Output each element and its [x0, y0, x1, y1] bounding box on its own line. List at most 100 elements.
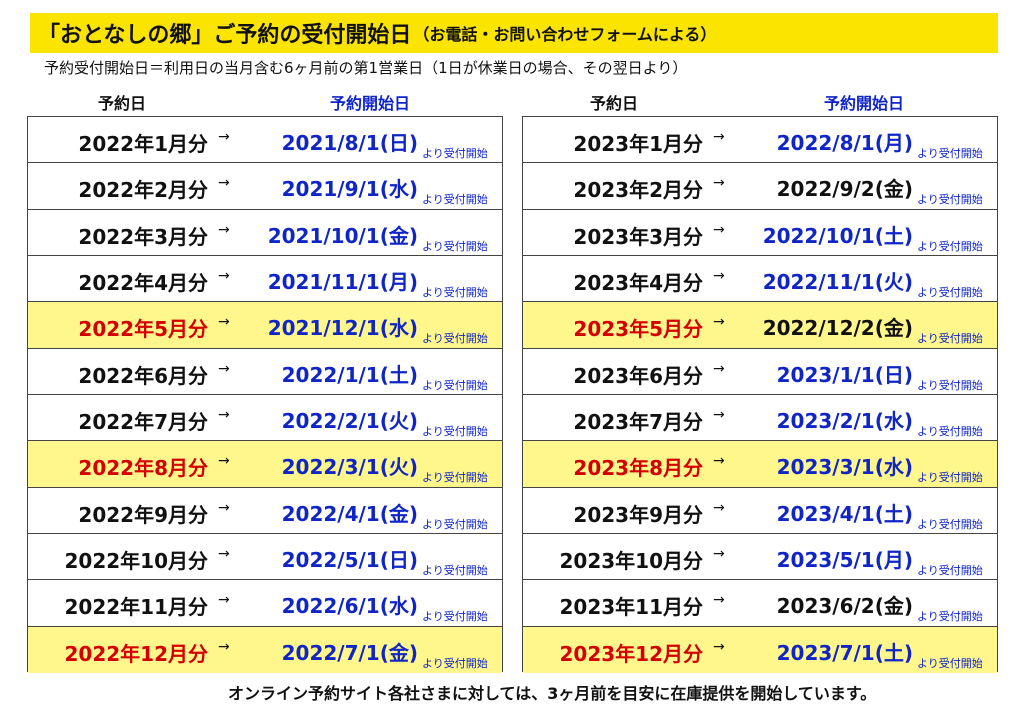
start-note: より受付開始 — [422, 517, 488, 531]
start-note: より受付開始 — [917, 285, 983, 299]
arrow-icon: → — [218, 221, 230, 238]
arrow-icon: → — [713, 545, 725, 562]
start-date: 2022/9/2(金) — [776, 177, 913, 202]
arrow-icon: → — [218, 267, 230, 284]
reservation-month: 2023年4月分 — [573, 270, 703, 295]
start-date: 2022/1/1(土) — [281, 362, 418, 387]
table-row: 2023年10月分 → 2023/5/1(月) より受付開始 — [523, 533, 997, 581]
start-note: より受付開始 — [422, 378, 488, 392]
arrow-icon: → — [713, 406, 725, 423]
arrow-icon: → — [713, 129, 725, 145]
page-title-sub: （お電話・お問い合わせフォームによる） — [413, 25, 717, 44]
start-date: 2023/3/1(水) — [776, 455, 913, 480]
start-note: より受付開始 — [917, 517, 983, 531]
reservation-month: 2022年1月分 — [78, 132, 208, 156]
right-header-reservation: 予約日 — [589, 94, 639, 113]
arrow-icon: → — [218, 592, 230, 609]
arrow-icon: → — [218, 406, 230, 423]
footer-note: オンライン予約サイト各社さまに対しては、3ヶ月前を目安に在庫提供を開始しています… — [228, 684, 877, 703]
arrow-icon: → — [218, 453, 230, 470]
left-header-reservation: 予約日 — [97, 94, 147, 113]
reservation-month: 2023年7月分 — [573, 409, 703, 434]
right-header-start: 予約開始日 — [823, 94, 905, 113]
start-note: より受付開始 — [422, 656, 488, 670]
start-date: 2022/10/1(土) — [762, 223, 913, 248]
reservation-month: 2022年5月分 — [78, 317, 208, 342]
reservation-month: 2023年1月分 — [573, 132, 703, 156]
arrow-icon: → — [218, 638, 230, 655]
table-row: 2022年4月分 → 2021/11/1(月) より受付開始 — [28, 255, 502, 303]
table-row: 2023年1月分 → 2022/8/1(月) より受付開始 — [523, 117, 997, 164]
start-note: より受付開始 — [917, 563, 983, 577]
left-header-start: 予約開始日 — [329, 94, 411, 113]
reservation-month: 2022年3月分 — [78, 224, 208, 249]
table-row: 2023年7月分 → 2023/2/1(水) より受付開始 — [523, 394, 997, 442]
start-note: より受付開始 — [917, 471, 983, 485]
reservation-month: 2022年2月分 — [78, 178, 208, 203]
start-note: より受付開始 — [422, 285, 488, 299]
arrow-icon: → — [218, 545, 230, 562]
start-date: 2021/11/1(月) — [267, 269, 418, 294]
subtitle: 予約受付開始日＝利用日の当月含む6ヶ月前の第1営業日（1日が休業日の場合、その翌… — [44, 59, 688, 77]
start-note: より受付開始 — [422, 424, 488, 438]
table-row: 2023年6月分 → 2023/1/1(日) より受付開始 — [523, 348, 997, 395]
schedule-table-2022: 2022年1月分 → 2021/8/1(日) より受付開始 2022年2月分 → 2021/… — [27, 116, 503, 673]
start-date: 2023/1/1(日) — [776, 362, 913, 387]
start-note: より受付開始 — [917, 378, 983, 392]
reservation-month: 2022年11月分 — [64, 595, 209, 620]
reservation-month: 2023年6月分 — [573, 363, 703, 388]
table-row: 2023年11月分 → 2023/6/2(金) より受付開始 — [523, 580, 997, 627]
start-note: より受付開始 — [422, 471, 488, 485]
start-date: 2022/7/1(金) — [281, 640, 418, 665]
start-date: 2022/3/1(火) — [281, 455, 418, 480]
table-row: 2022年12月分 → 2022/7/1(金) より受付開始 — [28, 626, 502, 673]
reservation-month: 2022年8月分 — [78, 456, 208, 481]
table-row: 2023年12月分 → 2023/7/1(土) より受付開始 — [523, 626, 997, 673]
reservation-month: 2023年5月分 — [573, 317, 703, 342]
start-note: より受付開始 — [917, 610, 983, 624]
start-note: より受付開始 — [917, 656, 983, 670]
table-row: 2023年2月分 → 2022/9/2(金) より受付開始 — [523, 163, 997, 210]
arrow-icon: → — [218, 175, 230, 192]
arrow-icon: → — [218, 129, 230, 145]
start-date: 2023/4/1(土) — [776, 501, 913, 526]
table-row: 2022年8月分 → 2022/3/1(火) より受付開始 — [28, 441, 502, 488]
arrow-icon: → — [713, 314, 725, 331]
table-row: 2023年9月分 → 2023/4/1(土) より受付開始 — [523, 487, 997, 534]
start-date: 2022/2/1(火) — [281, 408, 418, 433]
arrow-icon: → — [713, 638, 725, 655]
start-date: 2022/11/1(火) — [762, 269, 913, 294]
table-row: 2022年3月分 → 2021/10/1(金) より受付開始 — [28, 209, 502, 256]
arrow-icon: → — [713, 453, 725, 470]
start-note: より受付開始 — [917, 147, 983, 160]
reservation-month: 2022年4月分 — [78, 270, 208, 295]
table-row: 2023年4月分 → 2022/11/1(火) より受付開始 — [523, 255, 997, 303]
table-row: 2022年6月分 → 2022/1/1(土) より受付開始 — [28, 348, 502, 395]
arrow-icon: → — [218, 499, 230, 516]
start-date: 2021/8/1(日) — [281, 131, 418, 155]
start-date: 2023/2/1(水) — [776, 408, 913, 433]
start-date: 2022/6/1(水) — [281, 594, 418, 619]
arrow-icon: → — [713, 360, 725, 377]
start-note: より受付開始 — [917, 193, 983, 207]
start-date: 2023/6/2(金) — [776, 594, 913, 619]
table-row: 2022年10月分 → 2022/5/1(日) より受付開始 — [28, 533, 502, 581]
start-note: より受付開始 — [917, 239, 983, 253]
reservation-month: 2023年2月分 — [573, 178, 703, 203]
start-note: より受付開始 — [422, 610, 488, 624]
start-note: より受付開始 — [422, 563, 488, 577]
reservation-month: 2023年8月分 — [573, 456, 703, 481]
reservation-month: 2023年11月分 — [559, 595, 704, 620]
arrow-icon: → — [713, 592, 725, 609]
table-row: 2022年11月分 → 2022/6/1(水) より受付開始 — [28, 580, 502, 627]
reservation-month: 2022年7月分 — [78, 409, 208, 434]
reservation-month: 2023年12月分 — [559, 641, 704, 666]
start-date: 2023/7/1(土) — [776, 640, 913, 665]
start-date: 2021/10/1(金) — [267, 223, 418, 248]
start-note: より受付開始 — [422, 332, 488, 346]
schedule-table-2023: 2023年1月分 → 2022/8/1(月) より受付開始 2023年2月分 → 2022/… — [522, 116, 998, 673]
table-row: 2022年5月分 → 2021/12/1(水) より受付開始 — [28, 302, 502, 349]
arrow-icon: → — [713, 267, 725, 284]
start-note: より受付開始 — [422, 147, 488, 160]
start-date: 2023/5/1(月) — [776, 547, 913, 572]
